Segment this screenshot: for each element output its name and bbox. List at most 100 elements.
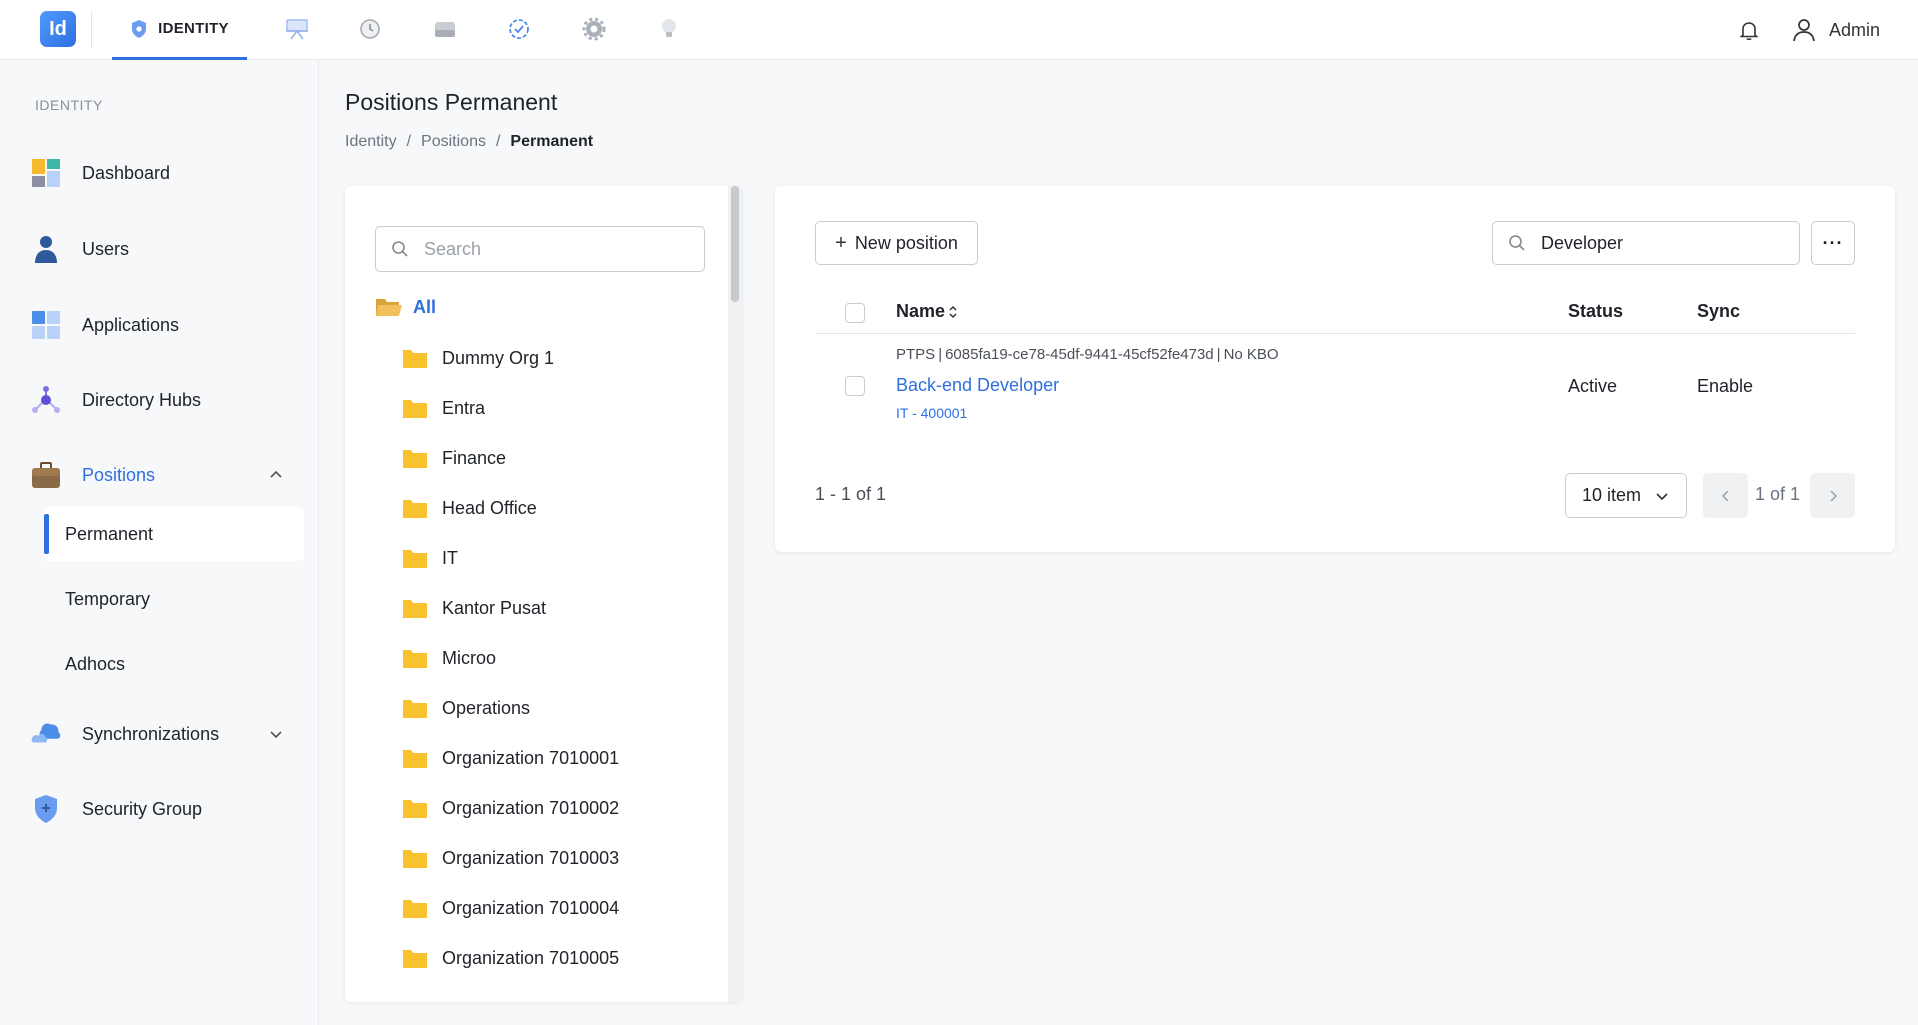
search-icon xyxy=(1509,235,1525,251)
sidebar-item-directory-hubs[interactable]: Directory Hubs xyxy=(30,376,300,424)
breadcrumb: Identity / Positions / Permanent xyxy=(345,133,603,151)
more-options-button[interactable]: ··· xyxy=(1811,221,1855,265)
column-header-name[interactable]: Name xyxy=(896,301,945,322)
bell-icon[interactable] xyxy=(1737,18,1761,42)
dashboard-icon xyxy=(30,157,62,189)
tree-node[interactable]: IT xyxy=(402,543,458,573)
breadcrumb-item[interactable]: Positions xyxy=(421,133,486,151)
history-icon xyxy=(360,19,380,39)
presentation-icon xyxy=(286,19,308,40)
tree-node[interactable]: Head Office xyxy=(402,493,537,523)
sidebar-item-users[interactable]: Users xyxy=(30,225,300,273)
tab-ideas[interactable] xyxy=(656,16,682,42)
chevron-down-icon xyxy=(1656,493,1668,501)
position-kbo: No KBO xyxy=(1223,346,1279,363)
folder-icon xyxy=(403,600,427,618)
position-search-input[interactable] xyxy=(1541,232,1781,254)
tree-scrollbar[interactable] xyxy=(728,186,742,1002)
directory-hub-icon xyxy=(30,384,62,416)
tree-node-label: Dummy Org 1 xyxy=(442,347,555,368)
user-name[interactable]: Admin xyxy=(1829,20,1880,41)
divider xyxy=(91,12,92,48)
new-position-button[interactable]: + New position xyxy=(815,221,978,265)
position-status: Active xyxy=(1568,376,1618,396)
tree-node-label: IT xyxy=(442,547,458,568)
page-size-select[interactable]: 10 item xyxy=(1565,473,1687,518)
previous-page-button[interactable] xyxy=(1703,473,1748,518)
plus-icon: + xyxy=(835,231,847,254)
sidebar-subitem-label: Temporary xyxy=(65,588,151,609)
user-icon xyxy=(30,233,62,265)
chevron-left-icon xyxy=(1721,489,1729,502)
folder-icon xyxy=(403,900,427,918)
position-type: PTPS xyxy=(896,346,936,363)
folder-icon xyxy=(403,650,427,668)
sidebar-subitem-adhocs[interactable]: Adhocs xyxy=(44,637,304,691)
tree-search-input[interactable] xyxy=(424,238,684,260)
search-icon xyxy=(392,241,408,257)
page-size-value: 10 item xyxy=(1582,485,1642,505)
folder-icon xyxy=(403,800,427,818)
position-name-link[interactable]: Back-end Developer xyxy=(896,375,1059,396)
sort-icon[interactable] xyxy=(947,303,959,321)
user-avatar-icon[interactable] xyxy=(1791,17,1817,43)
cloud-sync-icon xyxy=(30,718,62,750)
tab-identity[interactable]: IDENTITY xyxy=(112,0,247,60)
folder-icon xyxy=(403,500,427,518)
tree-node[interactable]: Entra xyxy=(402,393,485,423)
pagination-range: 1 - 1 of 1 xyxy=(815,484,887,504)
verified-icon xyxy=(509,19,529,39)
tree-node[interactable]: Kantor Pusat xyxy=(402,593,546,623)
tab-storage[interactable] xyxy=(432,16,458,42)
page-indicator: 1 of 1 xyxy=(1755,484,1801,504)
shield-icon xyxy=(30,793,62,825)
sidebar-item-synchronizations[interactable]: Synchronizations xyxy=(30,710,300,758)
identity-shield-icon xyxy=(132,19,147,38)
chevron-down-icon xyxy=(270,731,282,739)
tab-verified[interactable] xyxy=(506,16,532,42)
tree-node[interactable]: Organization 7010003 xyxy=(402,843,619,873)
sidebar-subitem-temporary[interactable]: Temporary xyxy=(44,572,304,626)
tab-presentation[interactable] xyxy=(284,16,310,42)
tree-node[interactable]: Microo xyxy=(402,643,496,673)
app-logo[interactable]: Id xyxy=(40,11,76,47)
sidebar-item-label: Applications xyxy=(82,314,180,335)
column-header-status: Status xyxy=(1568,301,1624,321)
position-code-link[interactable]: IT - 400001 xyxy=(896,405,967,421)
sidebar-item-dashboard[interactable]: Dashboard xyxy=(30,149,300,197)
select-all-checkbox[interactable] xyxy=(845,303,865,323)
top-bar: Id IDENTITY Admin xyxy=(0,0,1918,60)
tree-node[interactable]: Dummy Org 1 xyxy=(402,343,554,373)
tree-node[interactable]: Organization 7010001 xyxy=(402,743,619,773)
folder-icon xyxy=(403,450,427,468)
tab-history[interactable] xyxy=(357,16,383,42)
tree-node[interactable]: Operations xyxy=(402,693,530,723)
tree-node-all[interactable]: All xyxy=(375,292,436,322)
breadcrumb-separator: / xyxy=(406,133,412,150)
table-row: PTPS | 6085fa19-ce78-45df-9441-45cf52fe473… xyxy=(815,334,1855,440)
tab-settings[interactable] xyxy=(581,16,607,42)
top-right-actions: Admin xyxy=(1737,0,1880,60)
breadcrumb-item[interactable]: Identity xyxy=(345,133,397,151)
sidebar-subitem-permanent[interactable]: Permanent xyxy=(44,507,304,561)
position-meta: PTPS | 6085fa19-ce78-45df-9441-45cf52fe473… xyxy=(896,346,1279,363)
tree-node[interactable]: Organization 7010005 xyxy=(402,943,619,973)
chevron-right-icon xyxy=(1829,489,1837,502)
tree-node[interactable]: Organization 7010002 xyxy=(402,793,619,823)
briefcase-icon xyxy=(30,459,62,491)
tree-node[interactable]: Organization 7010004 xyxy=(402,893,619,923)
folder-icon xyxy=(403,750,427,768)
next-page-button[interactable] xyxy=(1810,473,1855,518)
sidebar-section-label: IDENTITY xyxy=(35,97,103,113)
sidebar-item-positions[interactable]: Positions xyxy=(30,451,300,499)
tree-node-label: Head Office xyxy=(442,497,537,518)
tree-node[interactable]: Finance xyxy=(402,443,506,473)
sidebar-item-applications[interactable]: Applications xyxy=(30,301,300,349)
breadcrumb-separator: / xyxy=(495,133,501,150)
tree-node-label: Kantor Pusat xyxy=(442,597,547,618)
page-title: Positions Permanent xyxy=(345,89,558,115)
sidebar-item-security-group[interactable]: Security Group xyxy=(30,785,300,833)
tree-node-label: All xyxy=(413,296,437,317)
row-checkbox[interactable] xyxy=(845,376,865,396)
tree-scrollbar-thumb[interactable] xyxy=(731,186,739,302)
